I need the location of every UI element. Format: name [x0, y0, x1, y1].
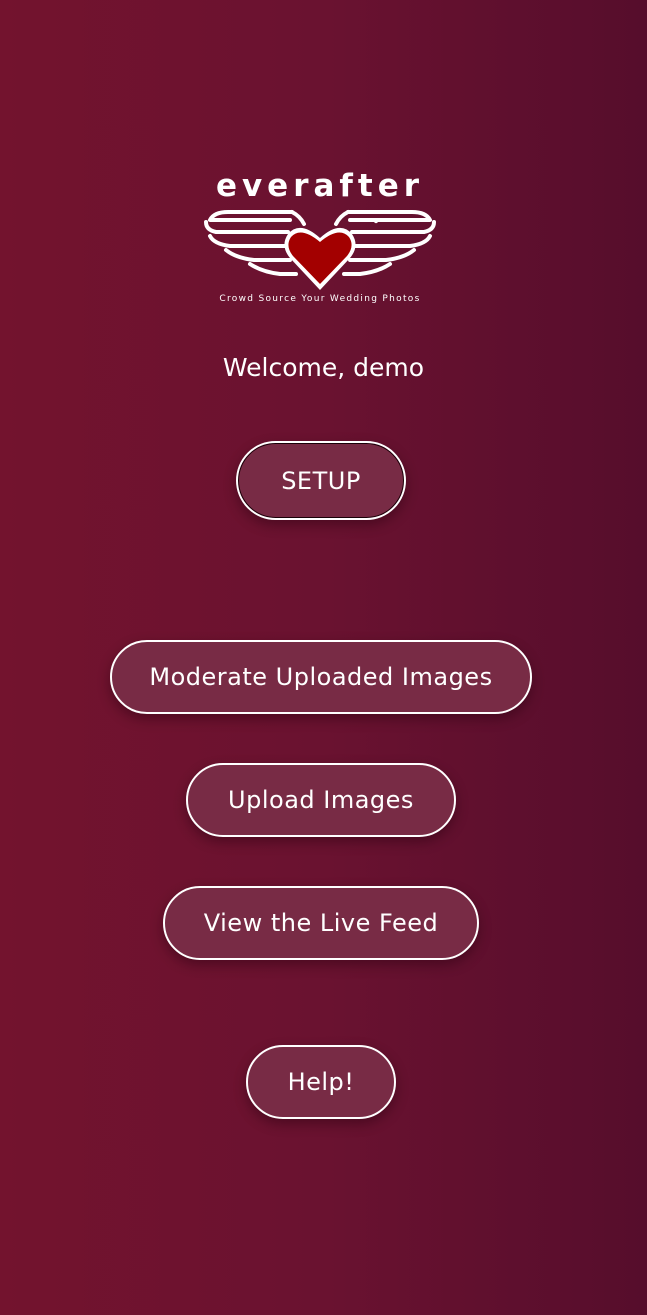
- welcome-message: Welcome, demo: [222, 353, 425, 382]
- brand-logo: everafter Crowd Source Your Wedding Phot…: [200, 168, 440, 313]
- setup-button[interactable]: SETUP: [236, 441, 406, 520]
- moderate-images-button[interactable]: Moderate Uploaded Images: [110, 640, 532, 714]
- logo-tagline: Crowd Source Your Wedding Photos: [219, 294, 421, 304]
- help-button[interactable]: Help!: [246, 1045, 396, 1119]
- logo-wordmark: everafter: [215, 168, 425, 204]
- winged-heart-icon: [204, 210, 436, 290]
- upload-images-button[interactable]: Upload Images: [186, 763, 456, 837]
- live-feed-button[interactable]: View the Live Feed: [163, 886, 479, 960]
